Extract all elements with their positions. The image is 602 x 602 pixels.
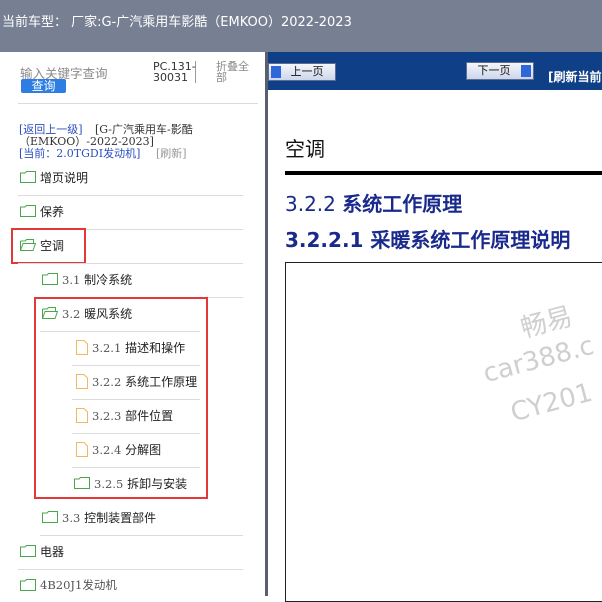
tree-item-3-3[interactable]: 3.3 控制装置部件: [42, 509, 156, 525]
tree-num: 3.2.5: [94, 476, 124, 491]
tree-num: 3.2.1: [92, 340, 122, 355]
tree-text: 部件位置: [125, 408, 174, 423]
folder-icon: [20, 579, 36, 591]
page-icon: [76, 407, 88, 423]
tree-label: 空调: [40, 238, 65, 253]
tree-num: 3.2.2: [92, 374, 122, 389]
section-title: 空调: [285, 137, 325, 161]
tree-item-3-2[interactable]: 3.2 暖风系统: [42, 305, 132, 321]
tree-num: 3.3: [62, 510, 81, 525]
collapse-all-button[interactable]: 折叠全部: [216, 61, 256, 83]
folder-icon: [42, 511, 58, 523]
breadcrumb-current: [当前：2.0TGDI发动机]: [19, 147, 141, 160]
prev-page-label: 上一页: [290, 65, 324, 78]
tree-num: 3.1: [62, 272, 81, 287]
heading-3: 3.2.2.1 采暖系统工作原理说明: [285, 228, 571, 252]
folder-icon: [74, 477, 90, 489]
divider: [18, 103, 258, 104]
divider: [18, 263, 243, 264]
tree-text: 暖风系统: [84, 306, 133, 321]
divider: [72, 433, 200, 434]
tree-item-electrical[interactable]: 电器: [20, 543, 64, 559]
tree-num: 3.2: [62, 306, 81, 321]
heading-2: 3.2.2 系统工作原理: [285, 188, 462, 217]
arrow-left-icon: [271, 66, 281, 78]
tree-text: 4B20J1发动机: [40, 578, 117, 592]
tree-num: 3.2.3: [92, 408, 122, 423]
divider: [72, 399, 200, 400]
tree-label: 3.2.5 拆卸与安装: [94, 475, 187, 492]
search-button[interactable]: 查询: [21, 79, 66, 93]
next-page-label: 下一页: [477, 64, 511, 77]
tree-label: 3.2.4 分解图: [92, 441, 161, 458]
folder-icon: [42, 273, 58, 285]
tree-text: 制冷系统: [84, 272, 133, 287]
arrow-right-icon: [521, 65, 531, 77]
tree-item-3-2-5[interactable]: 3.2.5 拆卸与安装: [74, 475, 187, 491]
tree-item-aircon[interactable]: 空调: [20, 237, 64, 253]
tree-item-3-1[interactable]: 3.1 制冷系统: [42, 271, 132, 287]
divider: [72, 365, 200, 366]
page-icon: [76, 373, 88, 389]
divider: [18, 569, 243, 570]
heading-2-num: 3.2.2: [285, 192, 336, 216]
tree-label: 3.1 制冷系统: [62, 271, 132, 288]
breadcrumb-refresh-link[interactable]: [刷新]: [156, 148, 187, 160]
tree-item-3-2-1[interactable]: 3.2.1 描述和操作: [76, 339, 185, 355]
tree-label: 4B20J1发动机: [40, 577, 117, 593]
tree-item-3-2-2[interactable]: 3.2.2 系统工作原理: [76, 373, 197, 389]
refresh-current-button[interactable]: [刷新当前: [548, 68, 602, 85]
folder-icon: [20, 205, 36, 217]
tree-item-3-2-3[interactable]: 3.2.3 部件位置: [76, 407, 173, 423]
divider: [72, 467, 200, 468]
tree-label: 3.2.1 描述和操作: [92, 339, 185, 356]
highlight-box: [34, 297, 208, 499]
folder-icon: [20, 545, 36, 557]
title-bar: 当前车型： 厂家:G-广汽乘用车影酷（EMKOO）2022-2023: [0, 0, 602, 52]
tree-label: 保养: [40, 204, 65, 219]
divider: [40, 331, 200, 332]
folder-icon: [20, 171, 36, 183]
heading-2-text: 系统工作原理: [342, 192, 463, 216]
tree-label: 3.2.2 系统工作原理: [92, 373, 197, 390]
tree-label: 3.2 暖风系统: [62, 305, 132, 322]
tree-item-engine[interactable]: 4B20J1发动机: [20, 577, 117, 593]
tree-item-maintenance[interactable]: 保养: [20, 203, 64, 219]
tree-text: 描述和操作: [125, 340, 186, 355]
divider: [40, 535, 243, 536]
tree-text: 系统工作原理: [125, 374, 198, 389]
tree-label: 3.2.3 部件位置: [92, 407, 173, 424]
divider: [18, 195, 243, 196]
tree-text: 分解图: [125, 442, 162, 457]
next-page-button[interactable]: 下一页: [466, 62, 534, 80]
tree-item-3-2-4[interactable]: 3.2.4 分解图: [76, 441, 161, 457]
page-icon: [76, 339, 88, 355]
prev-page-button[interactable]: 上一页: [268, 63, 336, 81]
folder-open-icon: [42, 307, 58, 319]
tree-item-intro[interactable]: 增页说明: [20, 169, 88, 185]
page-icon: [76, 441, 88, 457]
pc-code: PC.131-30031: [153, 60, 196, 84]
tree-label: 3.3 控制装置部件: [62, 509, 156, 526]
folder-open-icon: [20, 239, 36, 251]
tree-text: 拆卸与安装: [127, 476, 188, 491]
tree-text: 控制装置部件: [84, 510, 157, 525]
vehicle-label: 当前车型： 厂家:G-广汽乘用车影酷（EMKOO）2022-2023: [2, 15, 352, 30]
title-rule: [285, 171, 602, 175]
tree-num: 3.2.4: [92, 442, 122, 457]
tree-label: 增页说明: [40, 170, 89, 185]
tree-label: 电器: [40, 544, 65, 559]
